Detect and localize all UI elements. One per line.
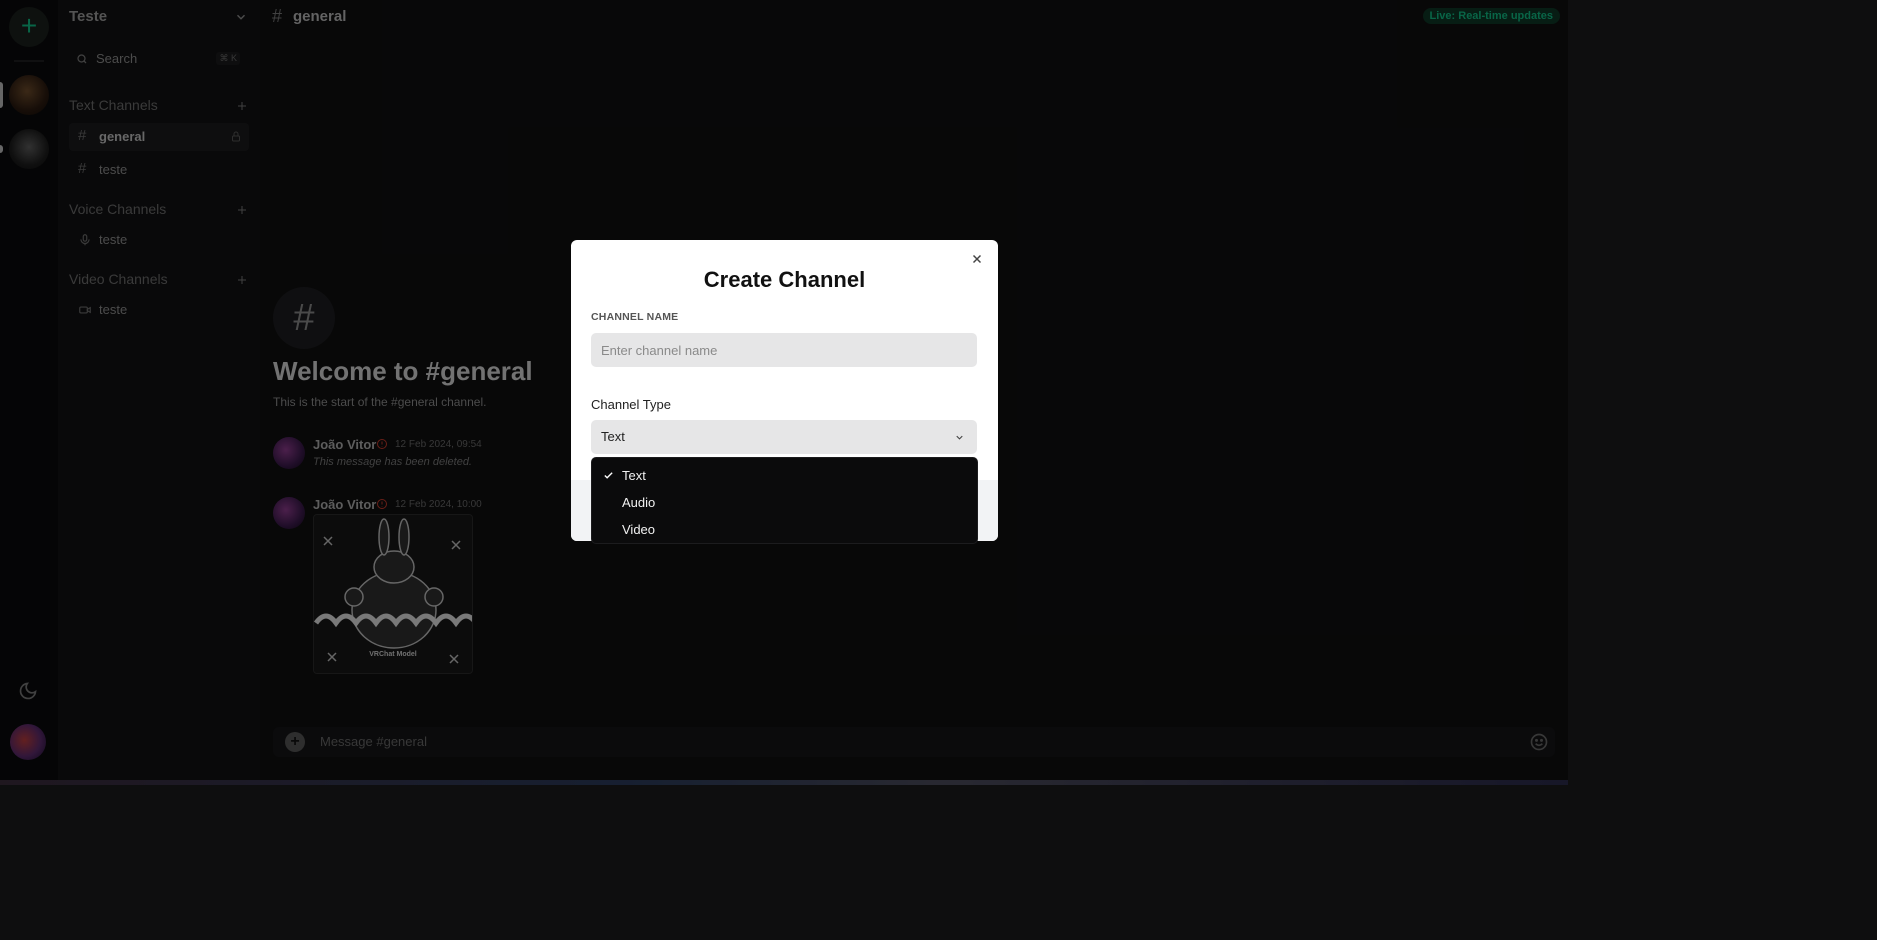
option-label: Text (622, 468, 646, 483)
option-text[interactable]: Text (592, 462, 977, 489)
check-icon (604, 472, 613, 479)
option-label: Video (622, 522, 656, 537)
option-video[interactable]: Video (592, 516, 977, 543)
modal-title: Create Channel (703, 267, 866, 292)
chevron-down-icon (956, 435, 963, 440)
channel-name-label: CHANNEL NAME (591, 311, 679, 323)
channel-type-value: Text (601, 429, 625, 444)
channel-type-dropdown: Text Audio Video (591, 457, 978, 544)
close-icon[interactable] (970, 252, 984, 266)
channel-type-label: Channel Type (591, 397, 671, 412)
channel-name-input[interactable] (591, 333, 977, 367)
channel-type-select[interactable]: Text (591, 420, 977, 454)
option-label: Audio (622, 495, 656, 510)
option-audio[interactable]: Audio (592, 489, 977, 516)
